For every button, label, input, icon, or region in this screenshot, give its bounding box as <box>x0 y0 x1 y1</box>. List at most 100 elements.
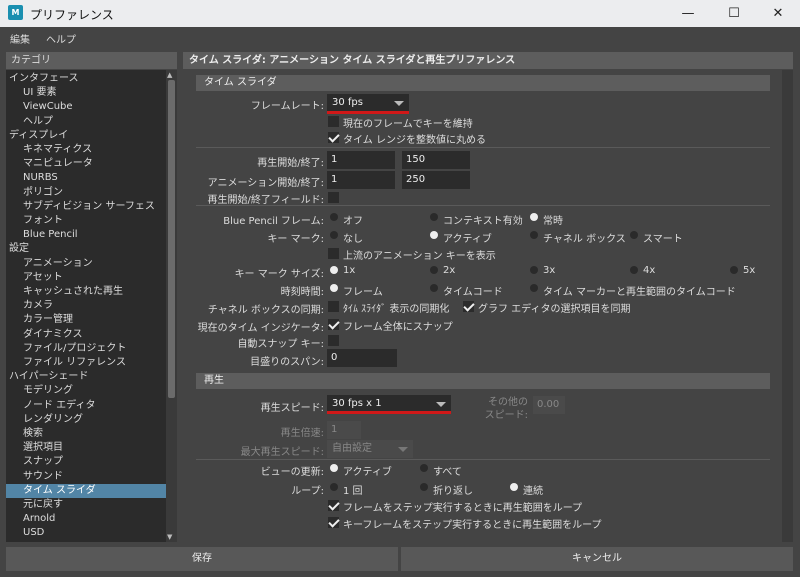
category-item[interactable]: アニメーション <box>6 257 166 271</box>
category-item[interactable]: 設定 <box>6 242 166 256</box>
range-fields-checkbox[interactable] <box>328 192 339 203</box>
category-item[interactable]: ハイパーシェード <box>6 370 166 384</box>
scroll-down-arrow-icon[interactable]: ▼ <box>167 533 172 541</box>
update-all-radio[interactable] <box>420 464 428 472</box>
category-item[interactable]: ファイル リファレンス <box>6 356 166 370</box>
max-speed-dropdown[interactable]: 自由設定 <box>327 440 413 458</box>
other-speed-field[interactable]: 0.00 <box>533 396 565 414</box>
category-item[interactable]: インタフェース <box>6 72 166 86</box>
settings-scrollbar[interactable] <box>782 70 793 542</box>
loop-oscillate-radio[interactable] <box>420 483 428 491</box>
category-item[interactable]: UI 要素 <box>6 86 166 100</box>
category-item[interactable]: 元に戻す <box>6 498 166 512</box>
category-item[interactable]: USD <box>6 526 166 540</box>
anim-start-field[interactable]: 1 <box>327 171 395 189</box>
category-item[interactable]: キャッシュされた再生 <box>6 285 166 299</box>
category-item[interactable]: ディスプレイ <box>6 129 166 143</box>
scroll-up-arrow-icon[interactable]: ▲ <box>167 71 172 79</box>
loop-once-radio[interactable] <box>330 483 338 491</box>
section-playback-header[interactable]: 再生 <box>196 373 770 389</box>
category-item[interactable]: カメラ <box>6 299 166 313</box>
loop-continuous-radio[interactable] <box>510 483 518 491</box>
update-active-radio[interactable] <box>330 464 338 472</box>
bp-always-label: 常時 <box>543 216 563 227</box>
keysize-4x-radio[interactable] <box>630 266 638 274</box>
category-item[interactable]: ファイル/プロジェクト <box>6 342 166 356</box>
category-item[interactable]: アセット <box>6 271 166 285</box>
loop-oscillate-label: 折り返し <box>433 486 473 497</box>
graph-sync-checkbox[interactable] <box>463 301 474 312</box>
category-item[interactable]: サウンド <box>6 470 166 484</box>
framerate-dropdown[interactable]: 30 fps <box>327 94 409 112</box>
section-time-slider-header[interactable]: タイム スライダ <box>196 75 770 91</box>
save-button[interactable]: 保存 <box>6 547 398 571</box>
keysize-4x-label: 4x <box>643 265 656 276</box>
cancel-button[interactable]: キャンセル <box>401 547 793 571</box>
snap-frame-checkbox[interactable] <box>328 319 339 330</box>
category-item[interactable]: ノード エディタ <box>6 399 166 413</box>
bp-always-radio[interactable] <box>530 213 538 221</box>
bp-context-label: コンテキスト有効 <box>443 216 523 227</box>
category-item[interactable]: カラー管理 <box>6 313 166 327</box>
category-item[interactable]: モデリング <box>6 384 166 398</box>
category-item[interactable]: ポリゴン <box>6 186 166 200</box>
category-item[interactable]: ダイナミクス <box>6 328 166 342</box>
category-item[interactable]: ViewCube <box>6 100 166 114</box>
autosnap-checkbox[interactable] <box>328 335 339 346</box>
category-scroll-thumb[interactable] <box>168 80 175 398</box>
round-range-checkbox[interactable] <box>328 132 339 143</box>
divider <box>196 205 770 206</box>
maximize-button[interactable]: ☐ <box>712 0 756 27</box>
window-title: プリファレンス <box>30 8 114 22</box>
multiplier-field[interactable]: 1 <box>327 421 361 439</box>
bp-context-radio[interactable] <box>430 213 438 221</box>
time-markers-radio[interactable] <box>530 284 538 292</box>
keysize-2x-label: 2x <box>443 265 456 276</box>
time-indicator-label: 現在のタイム インジケータ: <box>197 323 324 334</box>
keymark-smart-radio[interactable] <box>630 231 638 239</box>
category-item[interactable]: 選択項目 <box>6 441 166 455</box>
keymark-active-radio[interactable] <box>430 231 438 239</box>
menu-edit[interactable]: 編集 <box>10 31 30 46</box>
step-key-loop-checkbox[interactable] <box>328 517 339 528</box>
step-frame-loop-checkbox[interactable] <box>328 500 339 511</box>
keysize-2x-radio[interactable] <box>430 266 438 274</box>
divider <box>196 459 770 460</box>
channelbox-sync-checkbox[interactable] <box>328 301 339 312</box>
category-item[interactable]: NURBS <box>6 171 166 185</box>
category-list[interactable]: インタフェース UI 要素 ViewCube ヘルプ ディスプレイ キネマティクス マニピュ… <box>6 70 166 542</box>
keysize-3x-radio[interactable] <box>530 266 538 274</box>
keymark-channelbox-radio[interactable] <box>530 231 538 239</box>
view-update-label: ビューの更新: <box>260 467 324 478</box>
keysize-1x-label: 1x <box>343 265 356 276</box>
step-key-loop-label: キーフレームをステップ実行するときに再生範囲をループ <box>343 520 602 531</box>
time-frames-radio[interactable] <box>330 284 338 292</box>
category-item[interactable]: キネマティクス <box>6 143 166 157</box>
keysize-5x-radio[interactable] <box>730 266 738 274</box>
category-item[interactable]: タイム スライダ <box>6 483 166 498</box>
menu-help[interactable]: ヘルプ <box>46 31 76 46</box>
category-item[interactable]: スナップ <box>6 455 166 469</box>
category-item[interactable]: 検索 <box>6 427 166 441</box>
upstream-keys-checkbox[interactable] <box>328 248 339 259</box>
bp-off-radio[interactable] <box>330 213 338 221</box>
category-item[interactable]: フォント <box>6 214 166 228</box>
category-item[interactable]: Arnold <box>6 512 166 526</box>
time-timecode-radio[interactable] <box>430 284 438 292</box>
category-item[interactable]: サブディビジョン サーフェス <box>6 200 166 214</box>
playback-start-field[interactable]: 1 <box>327 151 395 169</box>
category-item[interactable]: レンダリング <box>6 413 166 427</box>
keysize-1x-radio[interactable] <box>330 266 338 274</box>
keymark-active-label: アクティブ <box>443 234 492 245</box>
anim-end-field[interactable]: 250 <box>402 171 470 189</box>
keymark-none-radio[interactable] <box>330 231 338 239</box>
close-button[interactable]: ✕ <box>756 0 800 27</box>
category-item[interactable]: ヘルプ <box>6 115 166 129</box>
category-item[interactable]: Blue Pencil <box>6 228 166 242</box>
category-item[interactable]: マニピュレータ <box>6 157 166 171</box>
playback-end-field[interactable]: 150 <box>402 151 470 169</box>
tick-span-field[interactable]: 0 <box>327 349 397 367</box>
multiplier-label: 再生倍速: <box>280 428 324 439</box>
minimize-button[interactable]: — <box>666 0 710 27</box>
keep-key-checkbox[interactable] <box>328 116 339 127</box>
